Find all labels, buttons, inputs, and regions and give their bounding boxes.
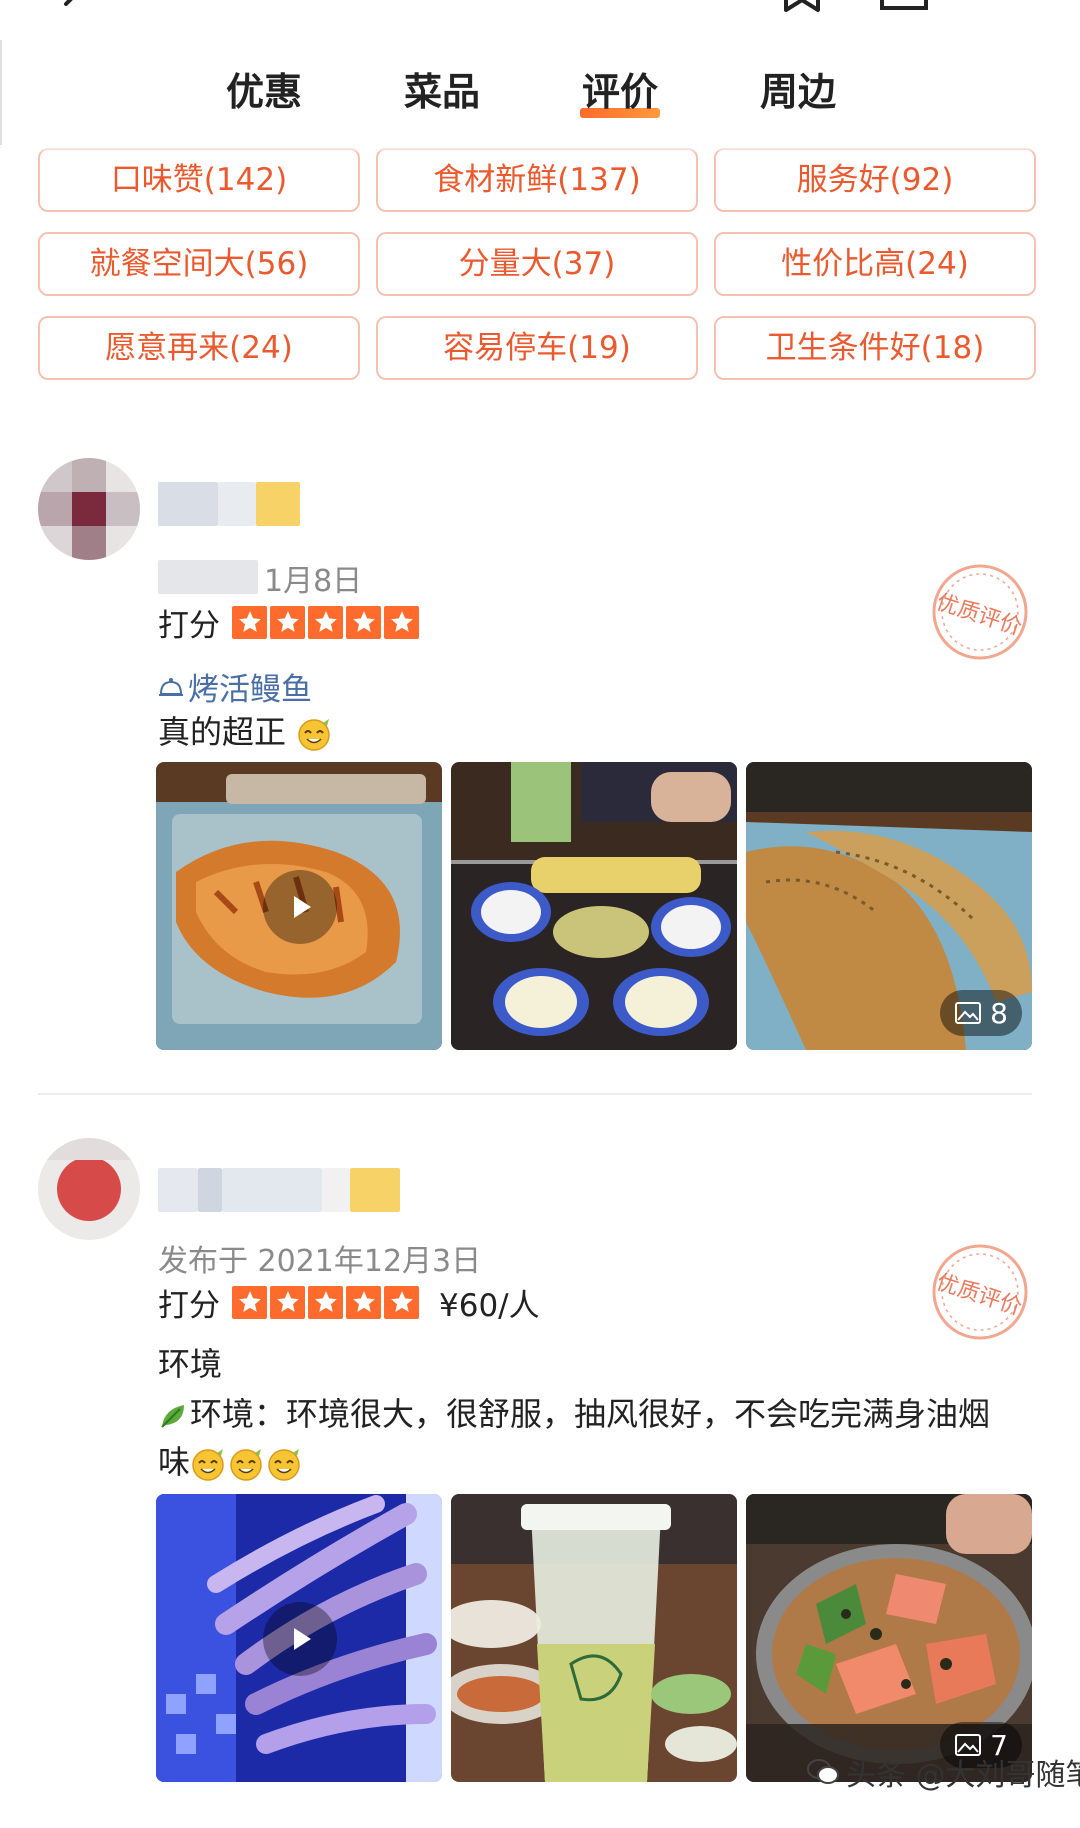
tag-service[interactable]: 服务好(92) [714, 148, 1036, 212]
avatar[interactable] [38, 458, 140, 560]
username-blurred [222, 1168, 322, 1212]
username-blurred [198, 1168, 222, 1212]
photo-gallery: 7 [156, 1494, 1032, 1782]
star-rating [232, 605, 419, 639]
star-icon [308, 605, 343, 639]
tag-value[interactable]: 性价比高(24) [714, 232, 1036, 296]
username-blurred [218, 482, 256, 526]
review-body: 真的超正 [158, 713, 287, 751]
star-icon [384, 1285, 419, 1319]
tag-fresh[interactable]: 食材新鲜(137) [376, 148, 698, 212]
play-button[interactable] [263, 1602, 337, 1676]
review-text: 真的超正 [158, 708, 1038, 756]
review-divider [38, 1093, 1032, 1095]
review-date: 1月8日 [264, 564, 363, 599]
price-per-person: ¥60/人 [439, 1287, 540, 1324]
star-icon [308, 1285, 343, 1319]
tag-return[interactable]: 愿意再来(24) [38, 316, 360, 380]
stamp-text: 优质评价 [933, 1270, 1024, 1321]
review-date: 发布于 2021年12月3日 [158, 1244, 482, 1279]
grin-emoji-icon [268, 1449, 300, 1481]
user-level-badge [256, 482, 300, 526]
date-prefix-blurred [158, 560, 258, 594]
photo-count-badge[interactable]: 8 [940, 990, 1022, 1036]
watermark: 头条 @大刘哥随笔1 [806, 1750, 1080, 1794]
grin-emoji-icon [230, 1449, 262, 1481]
score-row: 打分 [158, 602, 419, 644]
score-label: 打分 [158, 1287, 220, 1324]
image-icon [955, 1002, 982, 1024]
user-level-badge [350, 1168, 400, 1212]
photo-video-eel[interactable] [156, 762, 442, 1050]
tags-fade [0, 145, 1080, 153]
tab-dishes[interactable]: 菜品 [404, 62, 480, 122]
share-icon[interactable] [878, 0, 930, 14]
tag-taste[interactable]: 口味赞(142) [38, 148, 360, 212]
review-title: 环境 [158, 1345, 223, 1383]
photo-grill-meat[interactable]: 7 [746, 1494, 1032, 1782]
dish-cloche-icon [159, 677, 183, 696]
tag-space[interactable]: 就餐空间大(56) [38, 232, 360, 296]
star-icon [232, 605, 267, 639]
review-body-cont: 味 [158, 1443, 191, 1481]
dish-link[interactable]: 烤活鳗鱼 [158, 664, 312, 709]
star-icon [232, 1285, 267, 1319]
dish-name[interactable]: 烤活鳗鱼 [188, 664, 312, 709]
star-icon [270, 605, 305, 639]
avatar[interactable] [38, 1138, 140, 1240]
back-arrow-icon[interactable] [58, 0, 88, 20]
photo-gallery: 8 [156, 762, 1032, 1050]
star-icon [346, 1285, 381, 1319]
quality-review-stamp-icon: 优质评价 [932, 1244, 1028, 1340]
quality-review-stamp-icon: 优质评价 [932, 564, 1028, 660]
star-icon [270, 1285, 305, 1319]
tab-nearby[interactable]: 周边 [760, 62, 836, 122]
review-body: 环境：环境很大，很舒服，抽风很好，不会吃完满身油烟 [190, 1395, 991, 1433]
wechat-icon [807, 1759, 839, 1784]
bookmark-icon[interactable] [780, 0, 824, 16]
grin-emoji-icon [192, 1449, 224, 1481]
score-row: 打分 ¥60/人 [158, 1282, 540, 1324]
username-blurred[interactable] [158, 482, 218, 526]
stamp-text: 优质评价 [933, 590, 1024, 641]
watermark-text: 头条 @大刘哥随笔1 [846, 1758, 1080, 1793]
top-bar: 优惠 菜品 评价 周边 [0, 0, 1080, 150]
username-blurred [322, 1168, 350, 1212]
star-rating [232, 1285, 419, 1319]
tag-parking[interactable]: 容易停车(19) [376, 316, 698, 380]
tab-bar: 优惠 菜品 评价 周边 [0, 62, 1080, 132]
tag-portion[interactable]: 分量大(37) [376, 232, 698, 296]
photo-video-neon-eels[interactable] [156, 1494, 442, 1782]
play-button[interactable] [263, 870, 337, 944]
score-label: 打分 [158, 607, 220, 644]
tab-reviews[interactable]: 评价 [579, 62, 661, 122]
leaf-icon [161, 1405, 184, 1428]
star-icon [346, 605, 381, 639]
tab-offers[interactable]: 优惠 [226, 62, 302, 122]
username-blurred[interactable] [158, 1168, 198, 1212]
tag-hygiene[interactable]: 卫生条件好(18) [714, 316, 1036, 380]
photo-lemon-tea[interactable] [451, 1494, 737, 1782]
photo-grilled-fish[interactable]: 8 [746, 762, 1032, 1050]
photo-count: 8 [990, 996, 1008, 1030]
grin-emoji-icon [298, 719, 330, 751]
star-icon [384, 605, 419, 639]
review-text: 环境：环境很大，很舒服，抽风很好，不会吃完满身油烟 味 [158, 1390, 1038, 1486]
photo-grill-corn[interactable] [451, 762, 737, 1050]
